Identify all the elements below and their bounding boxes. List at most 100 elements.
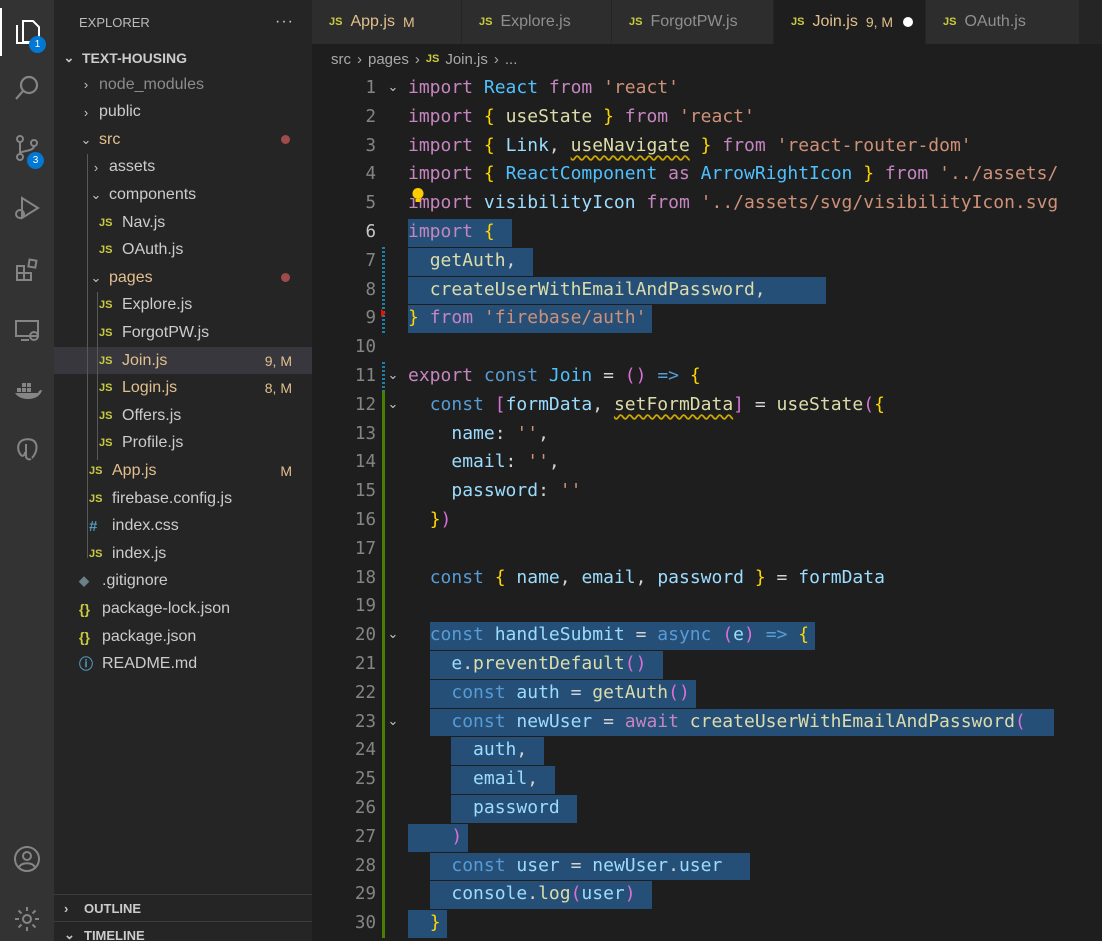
js-file-icon: JS — [89, 464, 103, 477]
chevron-right-icon: › — [83, 77, 89, 92]
tab-forgotpw-js[interactable]: JS ForgotPW.js — [612, 0, 774, 44]
source-control-icon[interactable]: 3 — [0, 124, 54, 172]
tree-item-label: public — [99, 103, 141, 121]
tab-app-js[interactable]: JS App.js M — [312, 0, 462, 44]
tree-file[interactable]: JS Offers.js — [54, 402, 312, 429]
tree-file[interactable]: JS Profile.js — [54, 430, 312, 457]
js-file-icon: JS — [329, 16, 343, 28]
code-line: name: '', — [451, 422, 549, 444]
tree-file[interactable]: JS Login.js 8, M — [54, 375, 312, 402]
tree-file[interactable]: # index.css — [54, 513, 312, 540]
line-number: 29 — [354, 884, 376, 905]
tree-folder[interactable]: ⌄ src — [54, 126, 312, 153]
unsaved-dot-icon[interactable] — [903, 17, 913, 27]
tree-item-label: Join.js — [122, 351, 168, 369]
code-line: console.log(user) — [451, 883, 636, 905]
workspace-root-label: TEXT-HOUSING — [82, 49, 188, 66]
tree-item-label: Login.js — [122, 379, 178, 397]
line-number: 7 — [365, 250, 376, 271]
tree-file[interactable]: ⓘ README.md — [54, 651, 312, 678]
breadcrumb-pages[interactable]: pages — [368, 51, 409, 68]
tree-item-label: pages — [109, 268, 153, 286]
code-line: getAuth, — [429, 249, 517, 271]
breadcrumb-symbol[interactable]: ... — [505, 51, 518, 68]
indent-guide — [97, 292, 98, 460]
js-file-icon: JS — [425, 53, 440, 65]
tree-folder[interactable]: › public — [54, 99, 312, 126]
line-number: 22 — [354, 682, 376, 703]
tree-file[interactable]: JS firebase.config.js — [54, 485, 312, 512]
more-actions-icon[interactable]: ··· — [275, 13, 294, 31]
js-file-icon: JS — [943, 16, 957, 28]
tree-item-label: Offers.js — [122, 406, 182, 424]
code-area[interactable]: import React from 'react' import { useSta… — [408, 74, 1102, 941]
timeline-section[interactable]: ⌄ TIMELINE — [54, 921, 312, 941]
js-file-icon: JS — [99, 409, 113, 422]
explorer-sidebar: EXPLORER ··· ⌄ TEXT-HOUSING › node_module… — [54, 0, 312, 941]
explorer-header: EXPLORER ··· — [54, 0, 312, 44]
tab-explore-js[interactable]: JS Explore.js — [462, 0, 612, 44]
tab-label: OAuth.js — [964, 13, 1026, 30]
tree-file[interactable]: JS Nav.js — [54, 209, 312, 236]
outline-section[interactable]: › OUTLINE — [54, 894, 312, 921]
tree-item-label: src — [99, 130, 121, 148]
tree-file[interactable]: JS ForgotPW.js — [54, 319, 312, 346]
postgresql-icon[interactable] — [0, 426, 54, 474]
tree-item-label: Explore.js — [122, 296, 193, 314]
line-number: 3 — [365, 135, 376, 156]
tab-git-status: 9, M — [865, 14, 894, 30]
tree-file[interactable]: {} package-lock.json — [54, 595, 312, 622]
tree-file[interactable]: {} package.json — [54, 623, 312, 650]
fold-chevron-icon[interactable]: ⌄ — [386, 74, 400, 103]
tree-item-label: index.js — [112, 544, 167, 562]
js-file-icon: JS — [99, 299, 113, 312]
breadcrumb-src[interactable]: src — [331, 51, 351, 68]
json-file-icon: {} — [79, 600, 90, 617]
line-number: 2 — [365, 106, 376, 127]
code-editor[interactable]: 1 ⌄ 2 3 4 5 6 7 8 9 10 11 ⌄ 12 ⌄ 13 14 15 16 17 18 19 20 ⌄ 21 22 2… — [312, 74, 1102, 941]
vscode-window: 1 3 EXPLORER ··· ⌄ TEXT-HOUSING › node_m… — [0, 0, 1102, 941]
activity-bar: 1 3 — [0, 0, 54, 941]
tab-join-js[interactable]: JS Join.js 9, M — [774, 0, 926, 44]
tree-folder[interactable]: ⌄ pages — [54, 264, 312, 291]
tree-file[interactable]: JS Explore.js — [54, 292, 312, 319]
fold-chevron-icon[interactable]: ⌄ — [386, 391, 400, 420]
modified-dot-icon — [281, 135, 290, 145]
breadcrumb-file[interactable]: Join.js — [445, 51, 488, 68]
manage-gear-icon[interactable] — [0, 895, 54, 941]
tree-item-label: README.md — [102, 655, 198, 673]
tree-item-label: Nav.js — [122, 213, 166, 231]
line-number: 28 — [354, 855, 376, 876]
modified-dot-icon — [281, 273, 290, 283]
chevron-down-icon: ⌄ — [63, 49, 75, 65]
tree-folder[interactable]: › assets — [54, 154, 312, 181]
tree-folder[interactable]: › node_modules — [54, 71, 312, 98]
git-status: 9, M — [264, 352, 292, 369]
tree-folder[interactable]: ⌄ components — [54, 181, 312, 208]
line-number: 24 — [354, 740, 376, 761]
accounts-icon[interactable] — [0, 835, 54, 883]
workspace-root[interactable]: ⌄ TEXT-HOUSING — [54, 44, 312, 71]
search-icon[interactable] — [0, 64, 54, 112]
tree-file[interactable]: JS index.js — [54, 540, 312, 567]
fold-chevron-icon[interactable]: ⌄ — [386, 362, 400, 391]
js-file-icon: JS — [99, 216, 113, 229]
fold-chevron-icon[interactable]: ⌄ — [386, 621, 400, 650]
tree-file[interactable]: JS OAuth.js — [54, 237, 312, 264]
lightbulb-icon[interactable] — [411, 187, 425, 205]
tree-item-label: components — [109, 185, 197, 203]
tree-file[interactable]: JS Join.js 9, M — [54, 347, 312, 374]
code-line: import { — [408, 221, 495, 242]
remote-explorer-icon[interactable] — [0, 306, 54, 354]
tree-file[interactable]: ◆ .gitignore — [54, 568, 312, 595]
code-line: const { name, email, password } = formDa… — [429, 566, 885, 588]
js-file-icon: JS — [99, 382, 113, 395]
extensions-icon[interactable] — [0, 246, 54, 294]
line-number: 19 — [354, 596, 376, 617]
explorer-icon[interactable]: 1 — [0, 8, 54, 56]
run-debug-icon[interactable] — [0, 184, 54, 232]
tree-file[interactable]: JS App.js M — [54, 457, 312, 484]
fold-chevron-icon[interactable]: ⌄ — [386, 708, 400, 737]
tab-oauth-js[interactable]: JS OAuth.js — [926, 0, 1080, 44]
docker-icon[interactable] — [0, 366, 54, 414]
